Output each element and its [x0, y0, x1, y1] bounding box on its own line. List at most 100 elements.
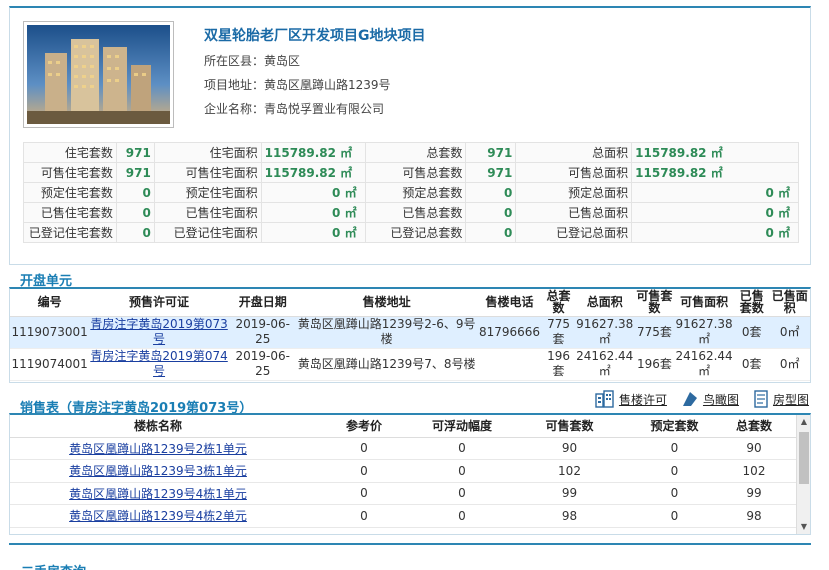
stats-value: 971: [115, 142, 155, 163]
stats-label: 已售总面积: [515, 202, 633, 223]
opening-cell-sold_area: 0㎡: [769, 348, 810, 381]
opening-cell-address: 黄岛区凰蹲山路1239号7、8号楼: [296, 348, 477, 381]
stats-value: 0: [465, 182, 517, 203]
stats-label: 已登记总套数: [364, 222, 467, 243]
sales-cell: 0: [422, 504, 502, 528]
opening-cell-total_area: 91627.38㎡: [574, 316, 635, 349]
sales-cell: 0: [306, 459, 422, 483]
opening-cell-permit: 青房注字黄岛2019第073号: [89, 316, 229, 349]
project-info-panel: 双星轮胎老厂区开发项目G地块项目 所在区县：黄岛区 项目地址：黄岛区凰蹲山路12…: [9, 6, 811, 265]
stats-value: 0 ㎡: [260, 202, 366, 223]
sales-cell: 0: [637, 437, 712, 460]
project-photo: [23, 21, 174, 128]
opening-cell-id: 1119074001: [10, 348, 90, 381]
sales-header-cell: 楼栋名称: [10, 415, 306, 438]
stats-value: 0: [115, 222, 155, 243]
sales-cell: 0: [422, 459, 502, 483]
stats-label: 已售住宅面积: [153, 202, 262, 223]
floorplan-label: 房型图: [772, 392, 809, 407]
sales-cell: 98: [502, 504, 637, 528]
sales-cell: 黄岛区凰蹲山路1239号4栋2单元: [10, 504, 306, 528]
opening-row[interactable]: 1119074001 青房注字黄岛2019第074号 2019-06-25 黄岛区凰蹲…: [10, 348, 810, 381]
opening-cell-total_units: 775套: [542, 316, 575, 349]
sales-header-cell: 预定套数: [637, 415, 712, 438]
stats-label: 已售住宅套数: [23, 202, 117, 223]
sales-scrollbar[interactable]: ▲ ▼: [796, 415, 810, 534]
stats-value: 971: [465, 162, 517, 183]
presale-permit-link[interactable]: 青房注字黄岛2019第073号: [90, 317, 227, 346]
stats-row: 已登记住宅套数 0 已登记住宅面积 0 ㎡已登记总套数 0 已登记总面积 0 ㎡: [23, 222, 799, 243]
opening-header-cell: 预售许可证: [89, 289, 229, 317]
building-unit-link[interactable]: 黄岛区凰蹲山路1239号2栋1单元: [69, 442, 247, 456]
sales-cell: 98: [712, 504, 796, 528]
stats-label: 预定总套数: [364, 182, 467, 203]
stats-value: 0 ㎡: [260, 222, 366, 243]
address-label: 项目地址：: [204, 78, 265, 92]
sales-toolbar: 售楼许可 鸟瞰图 房型图: [595, 390, 809, 408]
sales-cell: 0: [306, 437, 422, 460]
opening-cell-avail_area: 91627.38㎡: [674, 316, 735, 349]
opening-units-panel: 编号 预售许可证 开盘日期 售楼地址 售楼电话 总套数 总面积 可售套数 可售面积 已售套数 已售面…: [9, 287, 811, 383]
opening-header-cell: 可售套数: [634, 289, 675, 317]
sales-cell: 0: [637, 459, 712, 483]
sales-row: 黄岛区凰蹲山路1239号4栋1单元 0 0 99 0 99: [10, 482, 796, 505]
stats-label: 总套数: [364, 142, 467, 163]
opening-cell-date: 2019-06-25: [228, 316, 297, 349]
opening-cell-total_area: 24162.44㎡: [574, 348, 635, 381]
stats-label: 预定住宅套数: [23, 182, 117, 203]
opening-cell-phone: [476, 348, 543, 381]
sales-header-cell: 总套数: [712, 415, 796, 438]
sales-header-cell: 可售套数: [502, 415, 637, 438]
stats-label: 可售住宅套数: [23, 162, 117, 183]
stats-value: 0 ㎡: [631, 222, 799, 243]
aerial-view-label: 鸟瞰图: [702, 392, 739, 407]
opening-cell-sold_area: 0㎡: [769, 316, 810, 349]
scroll-down-icon[interactable]: ▼: [797, 520, 810, 534]
opening-cell-date: 2019-06-25: [228, 348, 297, 381]
opening-cell-avail_units: 196套: [634, 348, 675, 381]
stats-label: 可售总面积: [515, 162, 633, 183]
address-value: 黄岛区凰蹲山路1239号: [264, 78, 391, 92]
building-unit-link[interactable]: 黄岛区凰蹲山路1239号3栋1单元: [69, 464, 247, 478]
sales-header-cell: 可浮动幅度: [422, 415, 502, 438]
opening-cell-phone: 81796666: [476, 316, 543, 349]
sales-cell: 99: [712, 482, 796, 505]
opening-cell-avail_area: 24162.44㎡: [674, 348, 735, 381]
opening-row[interactable]: 1119073001 青房注字黄岛2019第073号 2019-06-25 黄岛区凰蹲…: [10, 316, 810, 349]
stats-value: 115789.82 ㎡: [631, 142, 799, 163]
stats-value: 971: [465, 142, 517, 163]
scroll-up-icon[interactable]: ▲: [797, 415, 810, 429]
scrollbar-thumb[interactable]: [799, 432, 809, 484]
stats-label: 可售住宅面积: [153, 162, 262, 183]
sales-cell: 90: [712, 437, 796, 460]
stats-label: 已登记总面积: [515, 222, 633, 243]
sales-cell: 0: [306, 504, 422, 528]
building-unit-link[interactable]: 黄岛区凰蹲山路1239号4栋2单元: [69, 509, 247, 523]
opening-cell-address: 黄岛区凰蹲山路1239号2-6、9号楼: [296, 316, 477, 349]
stats-row: 预定住宅套数 0 预定住宅面积 0 ㎡预定总套数 0 预定总面积 0 ㎡: [23, 182, 799, 203]
aerial-view-link[interactable]: 鸟瞰图: [681, 390, 739, 408]
project-address: 项目地址：黄岛区凰蹲山路1239号: [204, 76, 391, 93]
stats-row: 已售住宅套数 0 已售住宅面积 0 ㎡已售总套数 0 已售总面积 0 ㎡: [23, 202, 799, 223]
floorplan-link[interactable]: 房型图: [753, 390, 809, 408]
stats-label: 已售总套数: [364, 202, 467, 223]
presale-permit-link[interactable]: 青房注字黄岛2019第074号: [90, 349, 227, 378]
stats-row: 住宅套数 971 住宅面积 115789.82 ㎡总套数 971 总面积 115789.82…: [23, 142, 799, 163]
secondhand-title: 二手房查询: [21, 561, 86, 570]
building-rendering-image: [27, 25, 170, 124]
stats-value: 0: [465, 202, 517, 223]
project-company: 企业名称：青岛悦孚置业有限公司: [204, 100, 384, 117]
opening-header-cell: 已售面积: [769, 289, 810, 317]
sales-table-panel: 楼栋名称 参考价 可浮动幅度 可售套数 预定套数 总套数 黄岛区凰蹲山路1239号2栋1单…: [9, 413, 811, 535]
sales-permit-link[interactable]: 售楼许可: [595, 390, 667, 408]
opening-header-cell: 总套数: [542, 289, 575, 317]
stats-label: 总面积: [515, 142, 633, 163]
opening-header-cell: 编号: [10, 289, 90, 317]
sales-cell: 黄岛区凰蹲山路1239号2栋1单元: [10, 437, 306, 460]
sales-row: 黄岛区凰蹲山路1239号4栋2单元 0 0 98 0 98: [10, 504, 796, 528]
stats-value: 0: [465, 222, 517, 243]
building-unit-link[interactable]: 黄岛区凰蹲山路1239号4栋1单元: [69, 487, 247, 501]
company-label: 企业名称：: [204, 102, 265, 116]
sales-cell: 0: [422, 482, 502, 505]
opening-cell-sold_units: 0套: [734, 316, 770, 349]
